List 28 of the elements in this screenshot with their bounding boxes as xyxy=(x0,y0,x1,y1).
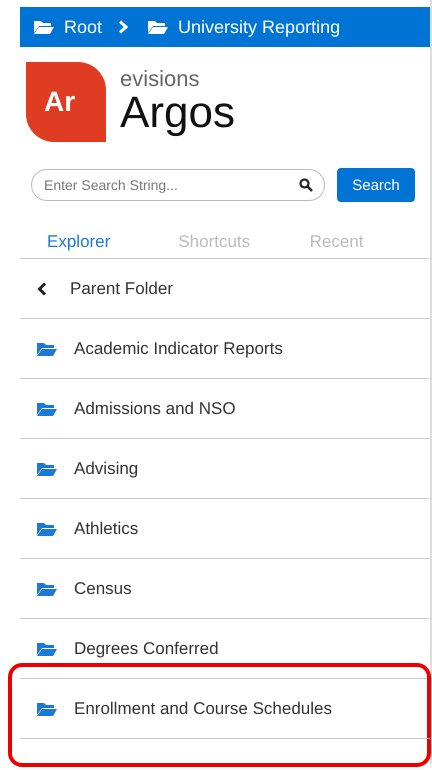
folder-icon xyxy=(37,402,57,416)
breadcrumb-link[interactable]: University Reporting xyxy=(148,16,340,38)
folder-row[interactable]: Admissions and NSO xyxy=(20,379,430,439)
search-button[interactable]: Search xyxy=(337,168,415,202)
folder-icon xyxy=(37,522,57,536)
folder-row[interactable]: Parent Folder xyxy=(20,259,430,319)
folder-icon xyxy=(37,342,57,356)
folder-row[interactable]: Advising xyxy=(20,439,430,499)
folder-icon xyxy=(37,462,57,476)
folder-icon xyxy=(148,20,168,34)
folder-row[interactable]: Athletics xyxy=(20,499,430,559)
folder-icon xyxy=(37,642,57,656)
product-name: Argos xyxy=(120,90,235,136)
search-field[interactable]: Enter Search String... xyxy=(31,169,325,201)
folder-icon xyxy=(37,702,57,716)
chevron-right-icon xyxy=(118,20,128,34)
logo-badge: Ar xyxy=(26,62,106,142)
folder-row[interactable]: Academic Indicator Reports xyxy=(20,319,430,379)
search-icon xyxy=(299,178,313,192)
folder-icon xyxy=(34,20,54,34)
folder-row[interactable]: Enrollment and Course Schedules xyxy=(20,679,430,739)
chevron-left-icon xyxy=(37,282,47,296)
folder-icon xyxy=(37,582,57,596)
breadcrumb-link[interactable]: Root xyxy=(34,16,102,38)
folder-row[interactable]: Census xyxy=(20,559,430,619)
folder-row[interactable]: Degrees Conferred xyxy=(20,619,430,679)
brand-name: evisions xyxy=(120,68,200,90)
tab[interactable]: Explorer xyxy=(36,230,168,258)
